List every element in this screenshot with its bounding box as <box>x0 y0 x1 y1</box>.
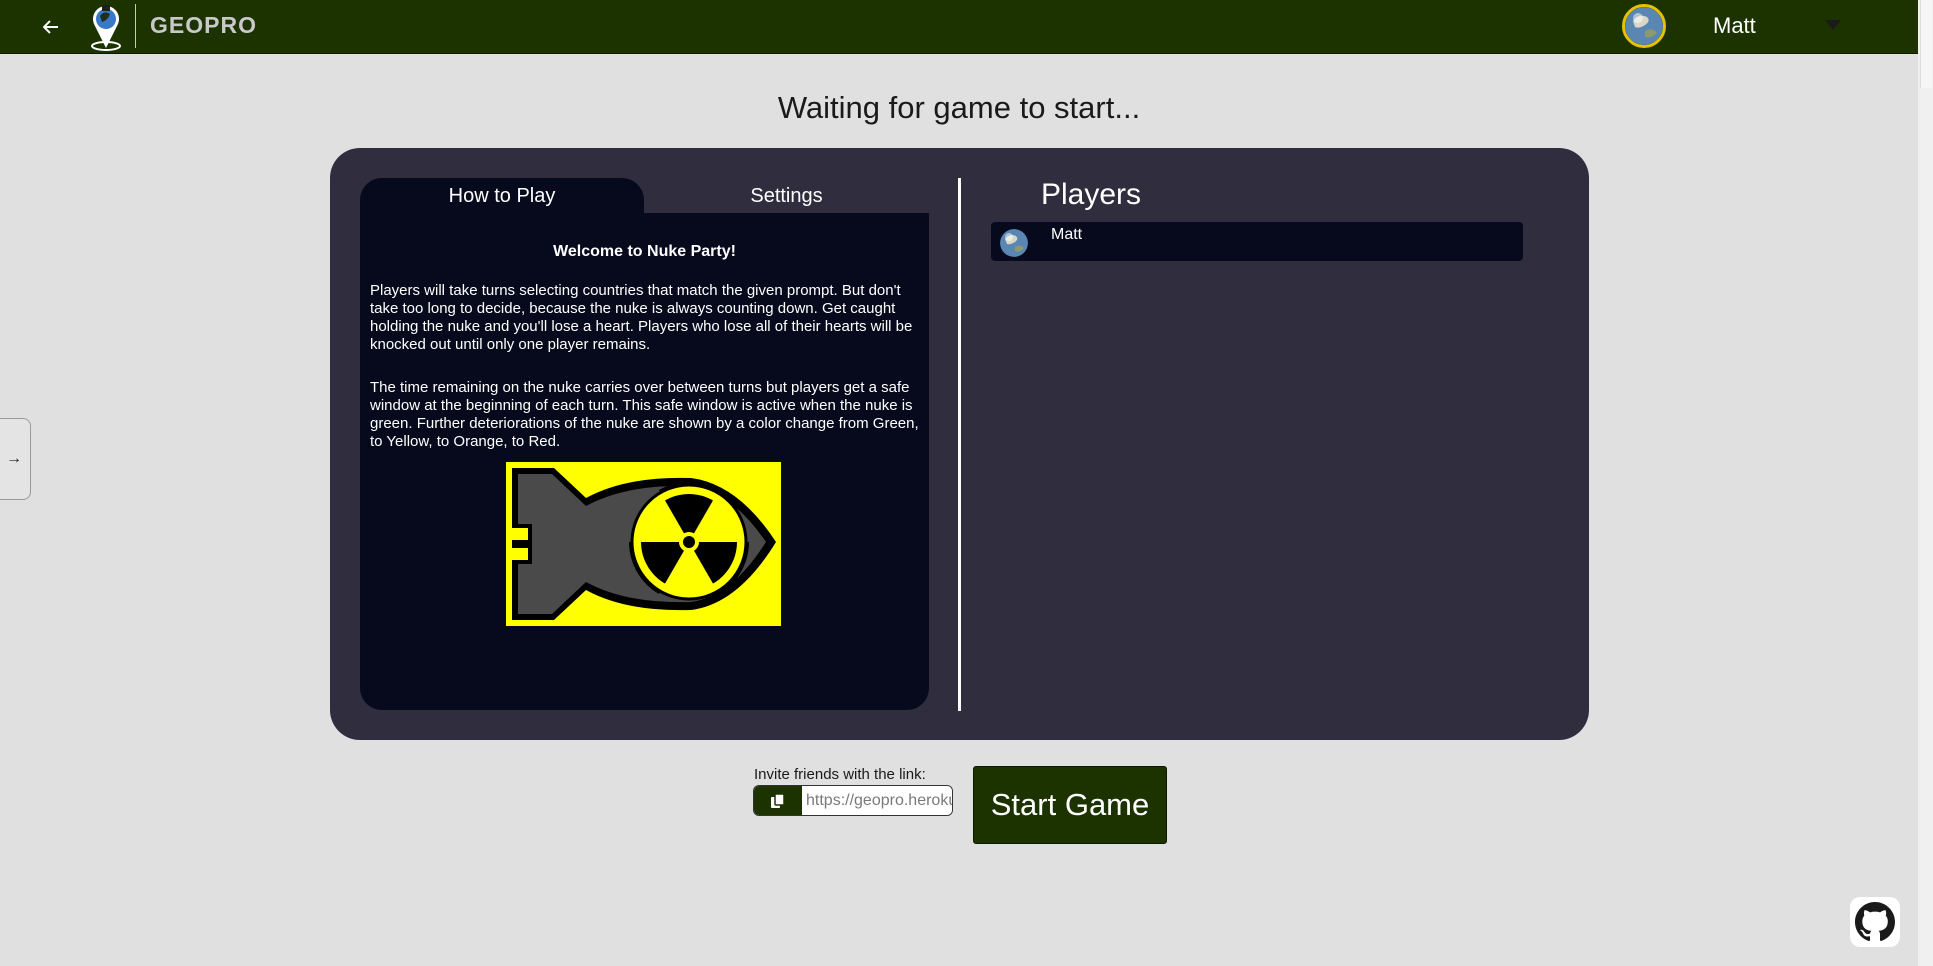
back-button[interactable] <box>36 12 66 42</box>
page-title: Waiting for game to start... <box>777 90 1141 125</box>
tab-settings[interactable]: Settings <box>644 178 929 214</box>
page-scrollbar[interactable] <box>1918 0 1933 966</box>
user-avatar[interactable] <box>1622 4 1666 48</box>
panel-divider <box>958 178 961 711</box>
how-to-play-panel: Welcome to Nuke Party! Players will take… <box>360 213 929 710</box>
scrollbar-thumb[interactable] <box>1920 0 1932 88</box>
earth-globe-icon <box>1000 229 1028 257</box>
user-name[interactable]: Matt <box>1713 13 1756 39</box>
caret-down-icon[interactable] <box>1825 20 1841 30</box>
logo-text[interactable]: GEOPRO <box>150 12 257 39</box>
start-game-button[interactable]: Start Game <box>973 766 1167 844</box>
nuke-image <box>506 462 781 626</box>
side-drawer-toggle[interactable]: → <box>0 418 31 500</box>
arrow-right-icon: → <box>6 450 22 467</box>
logo-divider <box>135 4 136 48</box>
tab-how-to-play[interactable]: How to Play <box>360 178 644 214</box>
player-list-item: Matt <box>991 222 1523 261</box>
player-avatar <box>1000 229 1028 257</box>
earth-globe-icon <box>1625 7 1663 45</box>
invite-link-input[interactable] <box>804 786 952 815</box>
github-button[interactable] <box>1850 897 1900 947</box>
how-to-play-heading: Welcome to Nuke Party! <box>553 243 736 260</box>
info-tabs: How to Play Settings Welcome to Nuke Par… <box>360 178 929 710</box>
players-title: Players <box>1041 178 1142 211</box>
github-icon <box>1855 902 1895 942</box>
top-navbar: GEOPRO Matt <box>0 0 1918 54</box>
player-name: Matt <box>1051 226 1083 243</box>
geopro-logo-icon[interactable] <box>88 2 124 52</box>
how-to-play-paragraph: Players will take turns selecting countr… <box>370 282 913 353</box>
nuke-bomb-icon <box>512 468 776 620</box>
copy-link-button[interactable] <box>754 786 802 815</box>
copy-icon <box>771 792 785 808</box>
how-to-play-paragraph: The time remaining on the nuke carries o… <box>370 379 919 450</box>
invite-link-group <box>753 785 953 816</box>
invite-label: Invite friends with the link: <box>754 766 926 783</box>
arrow-left-icon <box>43 20 58 34</box>
